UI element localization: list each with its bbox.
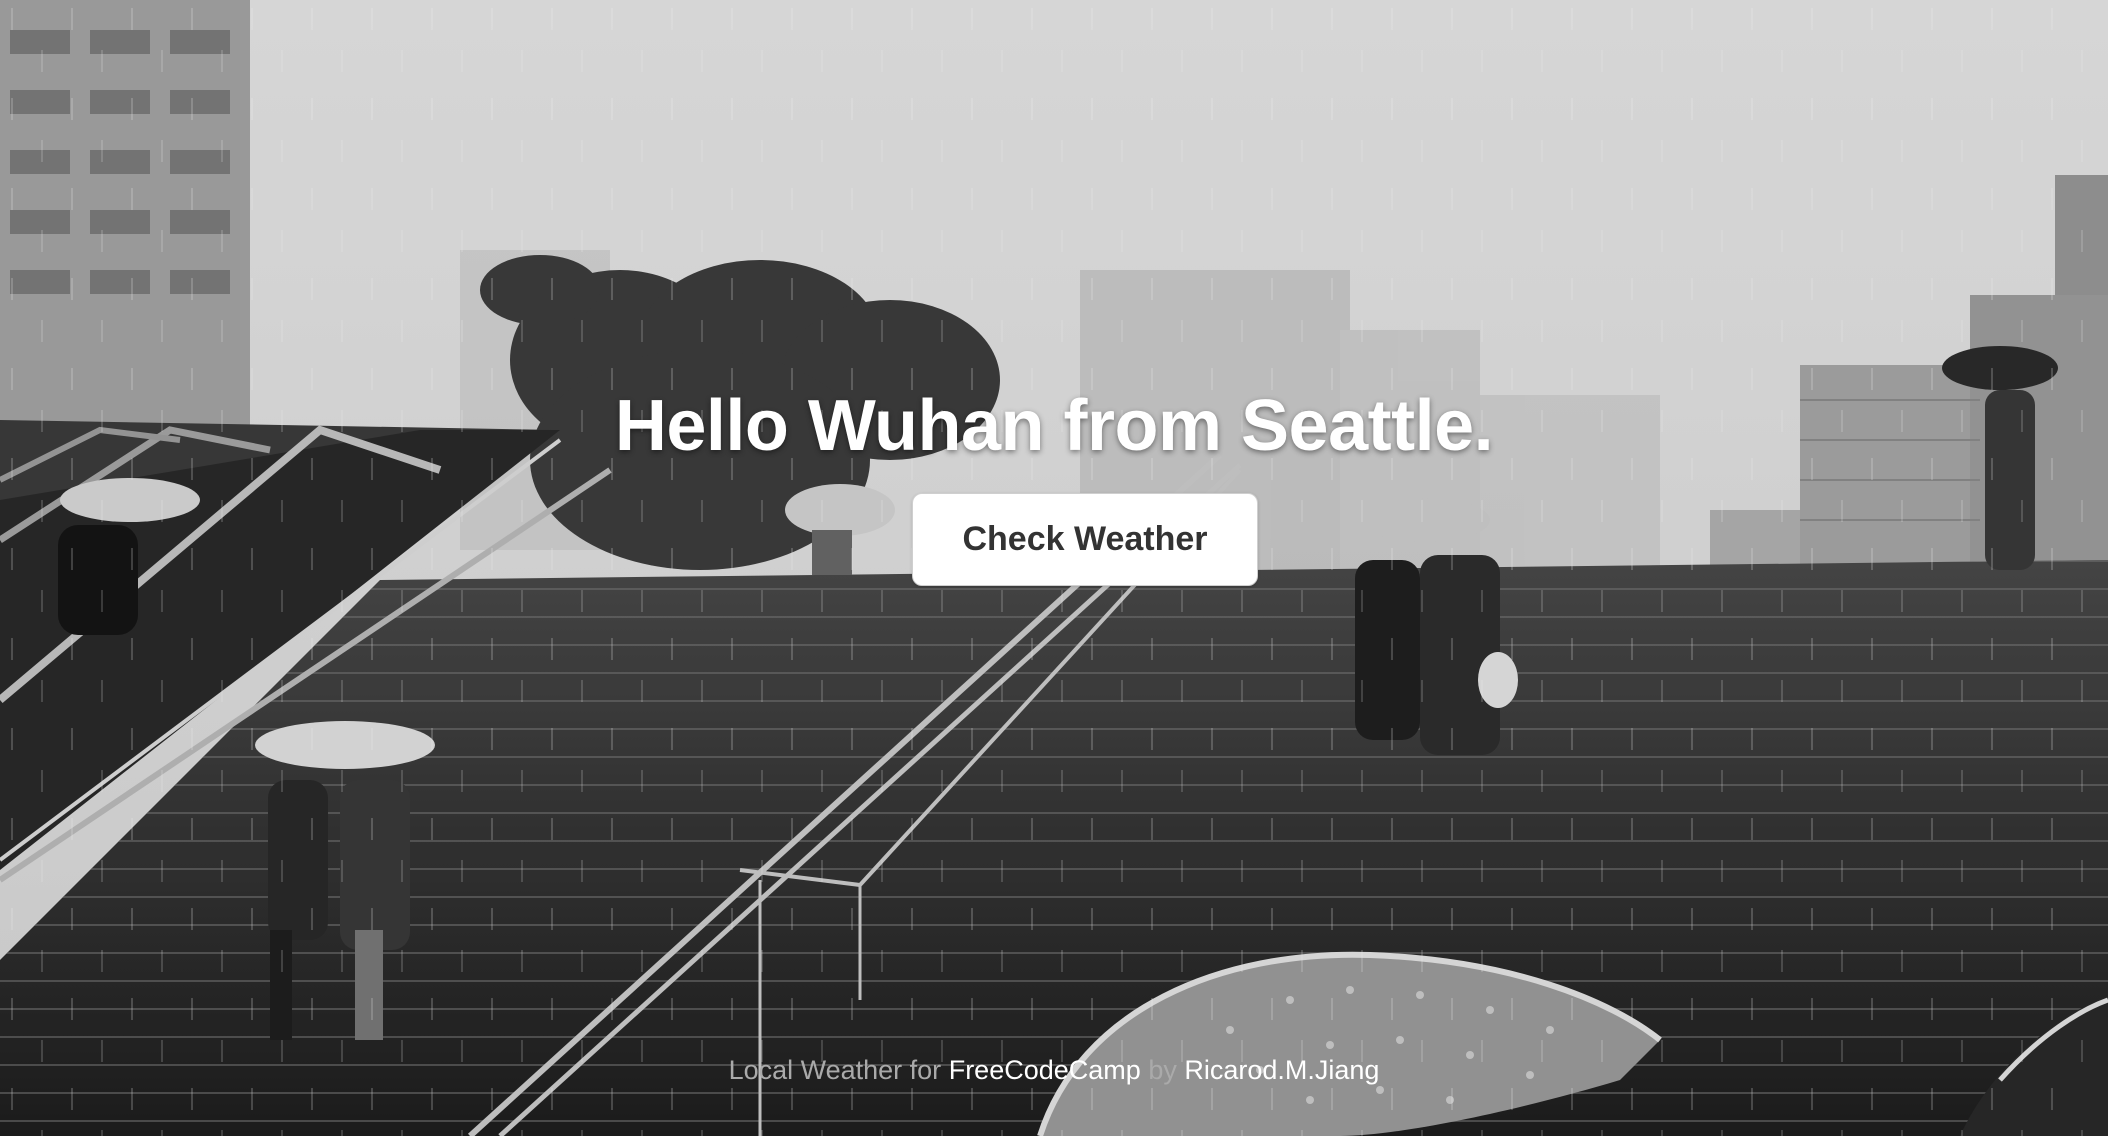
- page: Hello Wuhan from Seattle. Check Weather …: [0, 0, 2108, 1136]
- footer-prefix: Local Weather for: [728, 1055, 942, 1085]
- freecodecamp-link[interactable]: FreeCodeCamp: [949, 1055, 1141, 1085]
- footer-by: by: [1148, 1055, 1177, 1085]
- page-title: Hello Wuhan from Seattle.: [614, 386, 1494, 466]
- footer-credit: Local Weather for FreeCodeCamp by Ricaro…: [0, 1052, 2108, 1088]
- check-weather-button[interactable]: Check Weather: [912, 493, 1258, 586]
- author-link[interactable]: Ricarod.M.Jiang: [1184, 1055, 1379, 1085]
